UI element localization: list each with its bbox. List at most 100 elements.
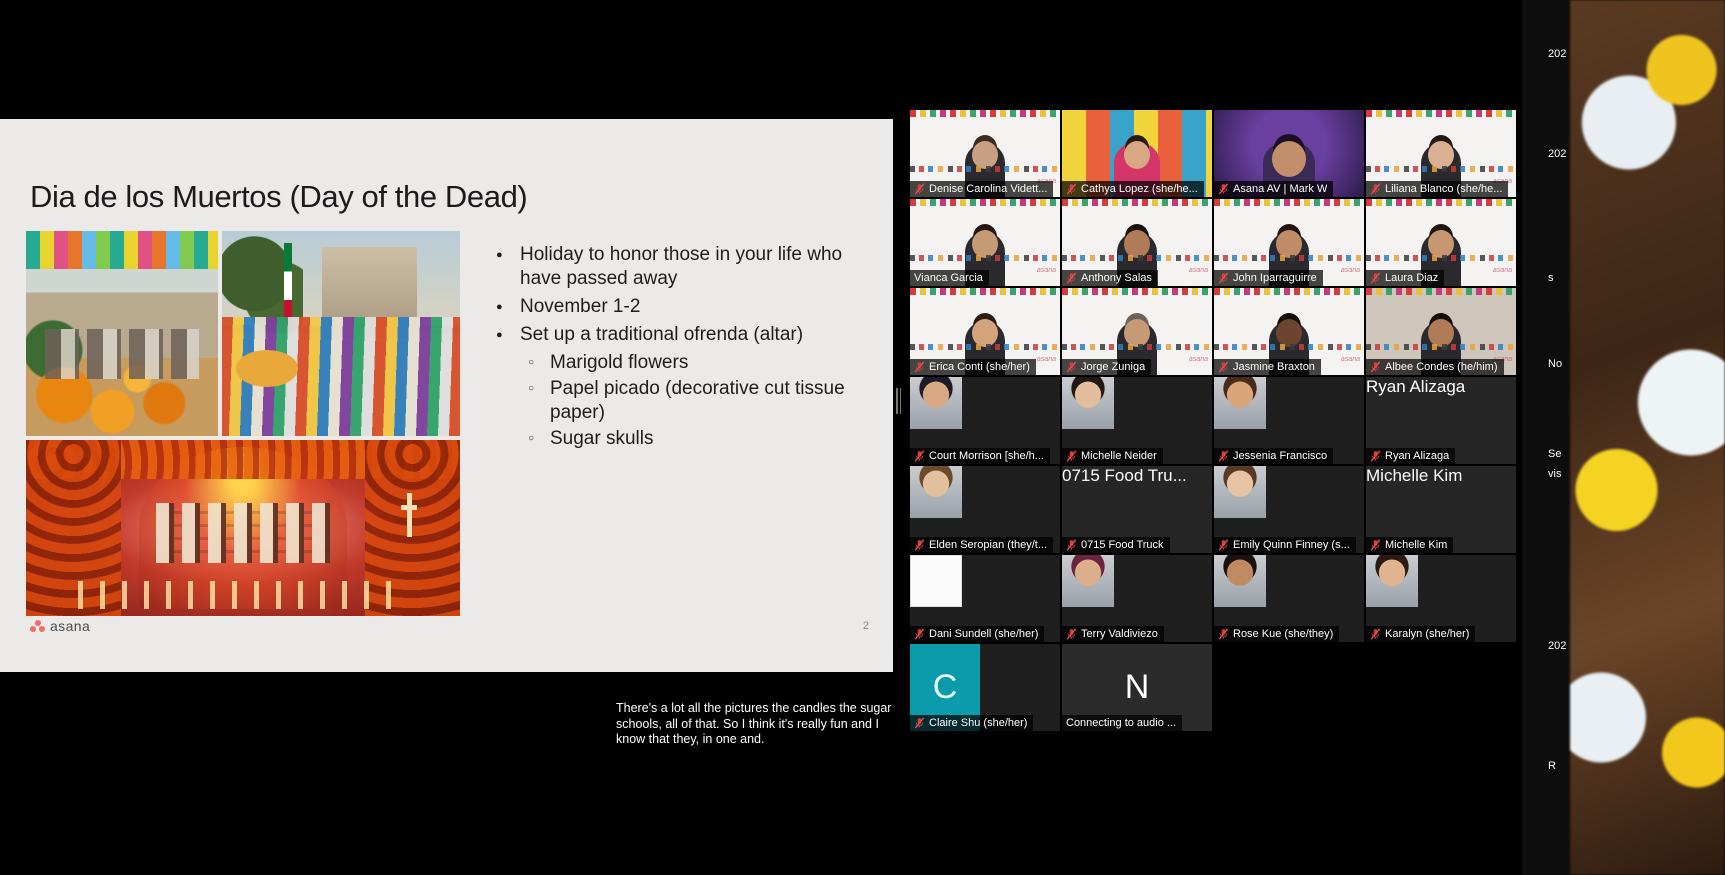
participant-display-name: 0715 Food Tru... — [1062, 466, 1187, 485]
participant-tile[interactable]: asana Anthony Salas — [1062, 199, 1212, 286]
participant-name-bar: Claire Shu (she/her) — [910, 715, 1034, 731]
participant-name-bar: John Iparraguirre — [1214, 270, 1323, 286]
participant-name: Albee Condes (he/him) — [1385, 361, 1498, 373]
mic-muted-icon — [1370, 539, 1381, 551]
participant-name-bar: Michelle Neider — [1062, 448, 1163, 464]
participant-name: Karalyn (she/her) — [1385, 628, 1470, 640]
participant-name-bar: Elden Seropian (they/t... — [910, 537, 1054, 553]
participant-name-bar: Terry Valdiviezo — [1062, 626, 1164, 642]
participant-name-bar: Laura Diaz — [1366, 270, 1445, 286]
avatar — [910, 466, 962, 518]
mic-muted-icon — [1218, 272, 1229, 284]
participant-tile[interactable]: Michelle Neider — [1062, 377, 1212, 464]
participant-tile[interactable]: Terry Valdiviezo — [1062, 555, 1212, 642]
participant-name: Jasmine Braxton — [1233, 361, 1315, 373]
avatar — [1366, 555, 1418, 607]
participant-name: Laura Diaz — [1385, 272, 1439, 284]
participant-tile[interactable]: Karalyn (she/her) — [1366, 555, 1516, 642]
participant-tile[interactable]: Court Morrison [she/h... — [910, 377, 1060, 464]
letterbox-top — [0, 0, 893, 119]
participant-tile[interactable]: 0715 Food Tru... 0715 Food Truck — [1062, 466, 1212, 553]
participant-name: Michelle Kim — [1385, 539, 1448, 551]
participant-tile[interactable]: C Claire Shu (she/her) — [910, 644, 1060, 731]
participant-tile[interactable]: Jessenia Francisco — [1214, 377, 1364, 464]
shared-screen-region[interactable]: Dia de los Muertos (Day of the Dead) ● H… — [0, 0, 910, 875]
virtual-bg-logo: asana — [1340, 267, 1360, 274]
background-photo-strip — [1570, 0, 1725, 875]
participant-name-bar: Denise Carolina Vidett... — [910, 181, 1054, 197]
participant-name: Claire Shu (she/her) — [929, 717, 1028, 729]
avatar — [910, 555, 962, 607]
mic-muted-icon — [1066, 183, 1077, 195]
participant-name: Liliana Blanco (she/he... — [1385, 183, 1503, 195]
right-panel-label: No — [1548, 358, 1563, 370]
participant-name: John Iparraguirre — [1233, 272, 1317, 284]
mic-muted-icon — [1066, 539, 1077, 551]
virtual-bg-logo: asana — [1036, 356, 1056, 363]
participant-tile[interactable]: Ryan Alizaga Ryan Alizaga — [1366, 377, 1516, 464]
participant-name: 0715 Food Truck — [1081, 539, 1164, 551]
participant-name-bar: Jasmine Braxton — [1214, 359, 1321, 375]
participant-name-bar: Cathya Lopez (she/he... — [1062, 181, 1204, 197]
avatar — [1214, 466, 1266, 518]
participant-tile[interactable]: asanaLiliana Blanco (she/he... — [1366, 110, 1516, 197]
mic-muted-icon — [1370, 183, 1381, 195]
mic-muted-icon — [1370, 272, 1381, 284]
participant-name: Connecting to audio ... — [1066, 717, 1177, 729]
mic-muted-icon — [1066, 628, 1077, 640]
participant-tile[interactable]: Dani Sundell (she/her) — [910, 555, 1060, 642]
ofrenda-altar-photo — [26, 231, 218, 436]
slide-bullet: Set up a traditional ofrenda (altar) — [490, 323, 860, 347]
asana-logo: asana — [30, 618, 90, 634]
slide-bullet: November 1-2 — [490, 295, 860, 319]
participant-name-bar: Asana AV | Mark W — [1214, 181, 1334, 197]
participant-grid[interactable]: asanaDenise Carolina Vidett...Cathya Lop… — [910, 110, 1522, 735]
virtual-bg-logo: asana — [1492, 267, 1512, 274]
participant-display-name: Ryan Alizaga — [1366, 377, 1466, 396]
presentation-slide[interactable]: Dia de los Muertos (Day of the Dead) ● H… — [0, 119, 893, 672]
participant-tile[interactable]: asana Laura Diaz — [1366, 199, 1516, 286]
participant-name: Jessenia Francisco — [1233, 450, 1328, 462]
participant-name-bar: Vianca Garcia — [910, 270, 989, 286]
slide-bullet: Papel picado (decorative cut tissue pape… — [490, 377, 860, 425]
participant-name-bar: Ryan Alizaga — [1366, 448, 1456, 464]
participant-tile[interactable]: Asana AV | Mark W — [1214, 110, 1364, 197]
participant-tile[interactable]: asana Jasmine Braxton — [1214, 288, 1364, 375]
mic-muted-icon — [1066, 450, 1077, 462]
parade-photo — [222, 231, 460, 436]
participant-tile[interactable]: asana Erica Conti (she/her) — [910, 288, 1060, 375]
avatar — [1062, 377, 1114, 429]
slide-number: 2 — [862, 620, 869, 632]
participant-tile[interactable]: asanaAlbee Condes (he/him) — [1366, 288, 1516, 375]
participant-name: Dani Sundell (she/her) — [929, 628, 1039, 640]
mic-muted-icon — [914, 450, 925, 462]
participant-tile[interactable]: asana Jorge Zuniga — [1062, 288, 1212, 375]
participant-tile[interactable]: N Connecting to audio ... — [1062, 644, 1212, 731]
participant-name: Elden Seropian (they/t... — [929, 539, 1048, 551]
avatar — [910, 377, 962, 429]
avatar — [1062, 555, 1114, 607]
participant-tile[interactable]: Elden Seropian (they/t... — [910, 466, 1060, 553]
participant-tile[interactable]: asana John Iparraguirre — [1214, 199, 1364, 286]
participant-name: Court Morrison [she/h... — [929, 450, 1044, 462]
participant-name-bar: Jorge Zuniga — [1062, 359, 1152, 375]
virtual-bg-logo: asana — [1036, 267, 1056, 274]
participant-tile[interactable]: Cathya Lopez (she/he... — [1062, 110, 1212, 197]
participant-name-bar: Liliana Blanco (she/he... — [1366, 181, 1509, 197]
participant-name-bar: Rose Kue (she/they) — [1214, 626, 1340, 642]
participant-name-bar: Connecting to audio ... — [1062, 715, 1183, 731]
mic-muted-icon — [914, 361, 925, 373]
panel-resize-handle[interactable] — [896, 388, 901, 414]
mic-muted-icon — [1218, 361, 1229, 373]
mic-muted-icon — [1218, 628, 1229, 640]
mic-muted-icon — [1066, 272, 1077, 284]
participant-tile[interactable]: Michelle Kim Michelle Kim — [1366, 466, 1516, 553]
participant-tile[interactable]: asana Vianca Garcia — [910, 199, 1060, 286]
participant-tile[interactable]: Emily Quinn Finney (s... — [1214, 466, 1364, 553]
participant-name-bar: Emily Quinn Finney (s... — [1214, 537, 1356, 553]
participant-tile[interactable]: asanaDenise Carolina Vidett... — [910, 110, 1060, 197]
slide-bullet: Marigold flowers — [490, 351, 860, 375]
participant-name-bar: Karalyn (she/her) — [1366, 626, 1476, 642]
right-panel-label: 202 — [1548, 640, 1567, 652]
participant-tile[interactable]: Rose Kue (she/they) — [1214, 555, 1364, 642]
